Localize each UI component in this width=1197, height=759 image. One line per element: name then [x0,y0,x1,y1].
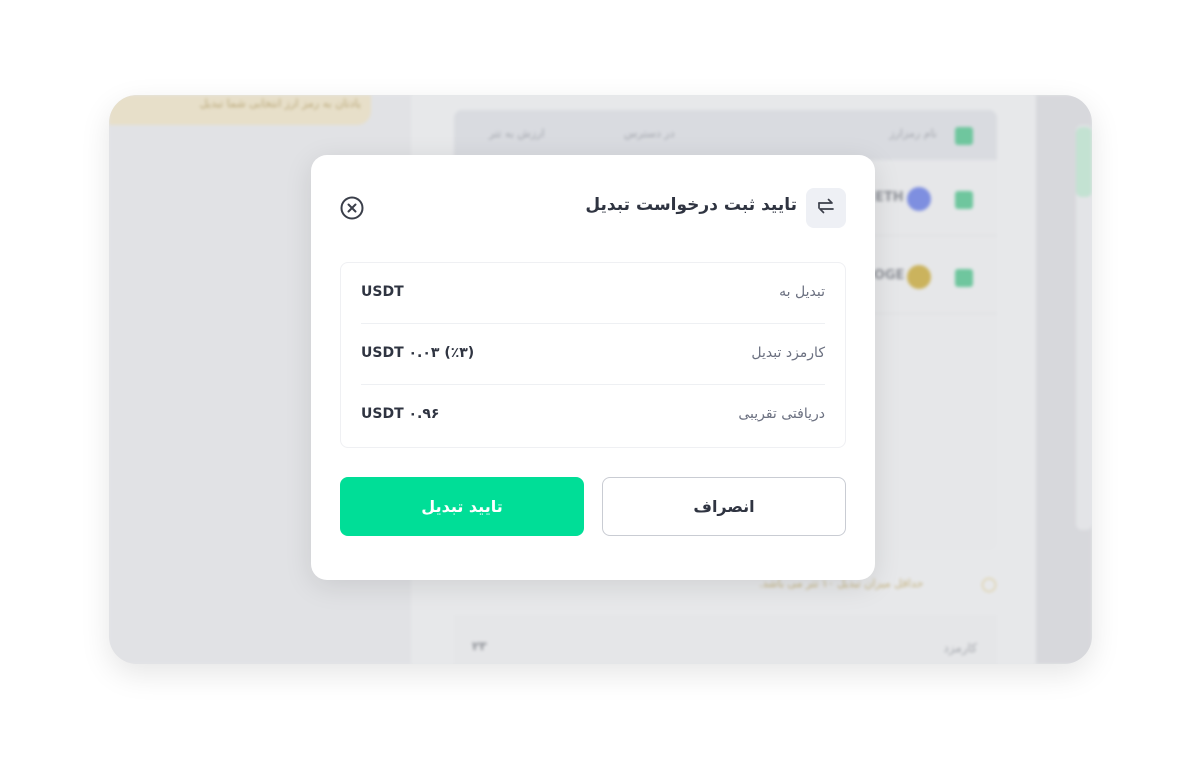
receive-value: USDT ۰.۹۶ [361,406,440,422]
target-label: تبدیل به [779,284,825,300]
target-value: USDT [361,284,404,300]
bg-coin-eth: ETH [875,190,904,205]
confirm-convert-button[interactable]: تایید تبدیل [340,477,584,536]
fee-label: کارمزد تبدیل [751,345,825,361]
header-icon-box [806,188,846,228]
cancel-button[interactable]: انصراف [602,477,846,536]
bg-fee-row: کارمزد ۲۳ [454,615,997,664]
conversion-summary: تبدیل به USDT کارمزد تبدیل USDT ۰.۰۳ (٪۳… [340,262,846,448]
bg-fee-label: کارمزد [943,641,977,655]
bg-table-header: نام رمزارز در دسترس ارزش به تتر [454,110,997,160]
summary-row-receive: دریافتی تقریبی USDT ۰.۹۶ [361,385,825,446]
bg-fee-value: ۲۳ [472,639,487,653]
doge-coin-icon [907,265,931,289]
swap-arrows-icon [815,195,837,221]
bg-warning-banner: یادتان به رمز ارز انتخابی شما تبدیل [109,95,371,125]
bg-row-checkbox [955,191,973,209]
receive-label: دریافتی تقریبی [738,406,825,422]
modal-title: تایید ثبت درخواست تبدیل [585,195,797,215]
confirm-convert-modal: تایید ثبت درخواست تبدیل تبدیل به USDT کا… [311,155,875,580]
bg-row-checkbox [955,269,973,287]
bg-header-available: در دسترس [624,127,675,140]
modal-header: تایید ثبت درخواست تبدیل [311,155,875,245]
fee-value: USDT ۰.۰۳ (٪۳) [361,345,475,361]
bg-header-value: ارزش به تتر [489,127,545,140]
summary-row-fee: کارمزد تبدیل USDT ۰.۰۳ (٪۳) [361,324,825,385]
eth-coin-icon [907,187,931,211]
close-icon[interactable] [340,196,364,220]
summary-row-target: تبدیل به USDT [361,263,825,324]
bg-scroll-accent [1076,127,1092,197]
bg-checkbox [955,127,973,145]
bg-header-name: نام رمزارز [889,127,937,140]
info-icon [982,578,996,592]
